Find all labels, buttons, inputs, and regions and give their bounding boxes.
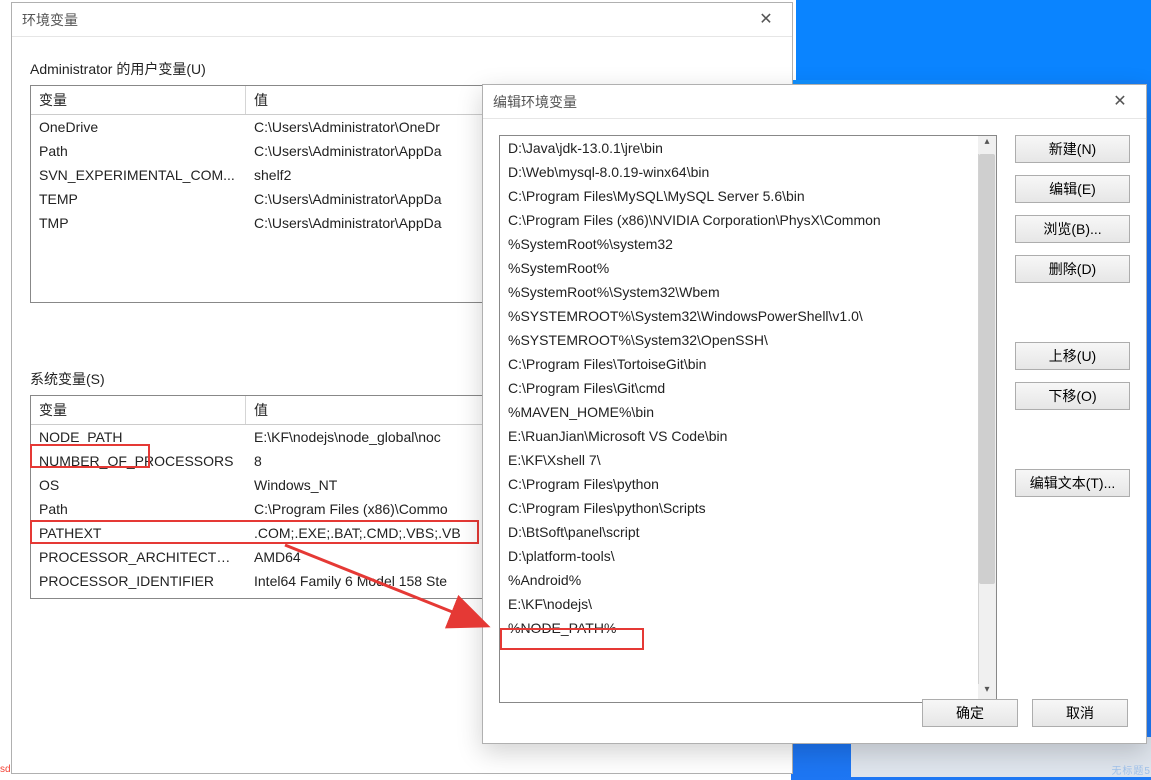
col-variable[interactable]: 变量 — [31, 86, 246, 114]
list-item[interactable]: %Android% — [500, 568, 996, 592]
move-down-button[interactable]: 下移(O) — [1015, 382, 1130, 410]
list-item[interactable]: %NODE_PATH% — [500, 616, 996, 640]
var-name: TMP — [31, 211, 246, 235]
var-name: NUMBER_OF_PROCESSORS — [31, 449, 246, 473]
var-name: Path — [31, 497, 246, 521]
list-item[interactable]: D:\BtSoft\panel\script — [500, 520, 996, 544]
list-item[interactable]: C:\Program Files\MySQL\MySQL Server 5.6\… — [500, 184, 996, 208]
list-item[interactable]: C:\Program Files\TortoiseGit\bin — [500, 352, 996, 376]
cancel-button[interactable]: 取消 — [1032, 699, 1128, 727]
var-name: Path — [31, 139, 246, 163]
titlebar-title: 环境变量 — [22, 3, 750, 37]
ok-button[interactable]: 确定 — [922, 699, 1018, 727]
edit-path-window: 编辑环境变量 ✕ D:\Java\jdk-13.0.1\jre\binD:\We… — [482, 84, 1147, 744]
titlebar-env[interactable]: 环境变量 ✕ — [12, 3, 792, 37]
list-item[interactable]: %SystemRoot%\system32 — [500, 232, 996, 256]
new-button[interactable]: 新建(N) — [1015, 135, 1130, 163]
list-item[interactable]: %MAVEN_HOME%\bin — [500, 400, 996, 424]
var-name: NODE_PATH — [31, 425, 246, 449]
close-icon[interactable]: ✕ — [1104, 85, 1136, 119]
move-up-button[interactable]: 上移(U) — [1015, 342, 1130, 370]
list-item[interactable]: D:\Java\jdk-13.0.1\jre\bin — [500, 136, 996, 160]
var-name: PROCESSOR_LEVEL — [31, 593, 246, 599]
var-name: PROCESSOR_IDENTIFIER — [31, 569, 246, 593]
var-name: PROCESSOR_ARCHITECTURE — [31, 545, 246, 569]
edit-button[interactable]: 编辑(E) — [1015, 175, 1130, 203]
list-item[interactable]: D:\Web\mysql-8.0.19-winx64\bin — [500, 160, 996, 184]
watermark: 无标题5 — [1111, 762, 1151, 777]
var-name: SVN_EXPERIMENTAL_COM... — [31, 163, 246, 187]
edit-text-button[interactable]: 编辑文本(T)... — [1015, 469, 1130, 497]
path-listbox[interactable]: D:\Java\jdk-13.0.1\jre\binD:\Web\mysql-8… — [499, 135, 997, 703]
scroll-up-arrow[interactable]: ▴ — [978, 136, 996, 154]
browse-button[interactable]: 浏览(B)... — [1015, 215, 1130, 243]
col-variable[interactable]: 变量 — [31, 396, 246, 424]
list-item[interactable]: E:\RuanJian\Microsoft VS Code\bin — [500, 424, 996, 448]
list-item[interactable]: %SystemRoot% — [500, 256, 996, 280]
var-name: OS — [31, 473, 246, 497]
margin-text: sd — [0, 764, 11, 775]
var-name: OneDrive — [31, 115, 246, 139]
close-icon[interactable]: ✕ — [750, 3, 782, 37]
list-item[interactable]: C:\Program Files\python\Scripts — [500, 496, 996, 520]
list-item[interactable]: C:\Program Files (x86)\NVIDIA Corporatio… — [500, 208, 996, 232]
var-name: PATHEXT — [31, 521, 246, 545]
var-name: TEMP — [31, 187, 246, 211]
list-item[interactable]: E:\KF\nodejs\ — [500, 592, 996, 616]
list-item[interactable]: %SYSTEMROOT%\System32\OpenSSH\ — [500, 328, 996, 352]
list-item[interactable]: D:\platform-tools\ — [500, 544, 996, 568]
vertical-scrollbar[interactable]: ▴ ▾ — [978, 136, 996, 702]
titlebar-title: 编辑环境变量 — [493, 85, 1104, 119]
delete-button[interactable]: 删除(D) — [1015, 255, 1130, 283]
list-item[interactable]: %SystemRoot%\System32\Wbem — [500, 280, 996, 304]
titlebar-edit[interactable]: 编辑环境变量 ✕ — [483, 85, 1146, 119]
list-item[interactable]: %SYSTEMROOT%\System32\WindowsPowerShell\… — [500, 304, 996, 328]
scroll-thumb[interactable] — [979, 154, 995, 584]
list-item[interactable]: C:\Program Files\Git\cmd — [500, 376, 996, 400]
list-item[interactable]: E:\KF\Xshell 7\ — [500, 448, 996, 472]
user-vars-label: Administrator 的用户变量(U) — [30, 59, 792, 79]
list-item[interactable]: C:\Program Files\python — [500, 472, 996, 496]
